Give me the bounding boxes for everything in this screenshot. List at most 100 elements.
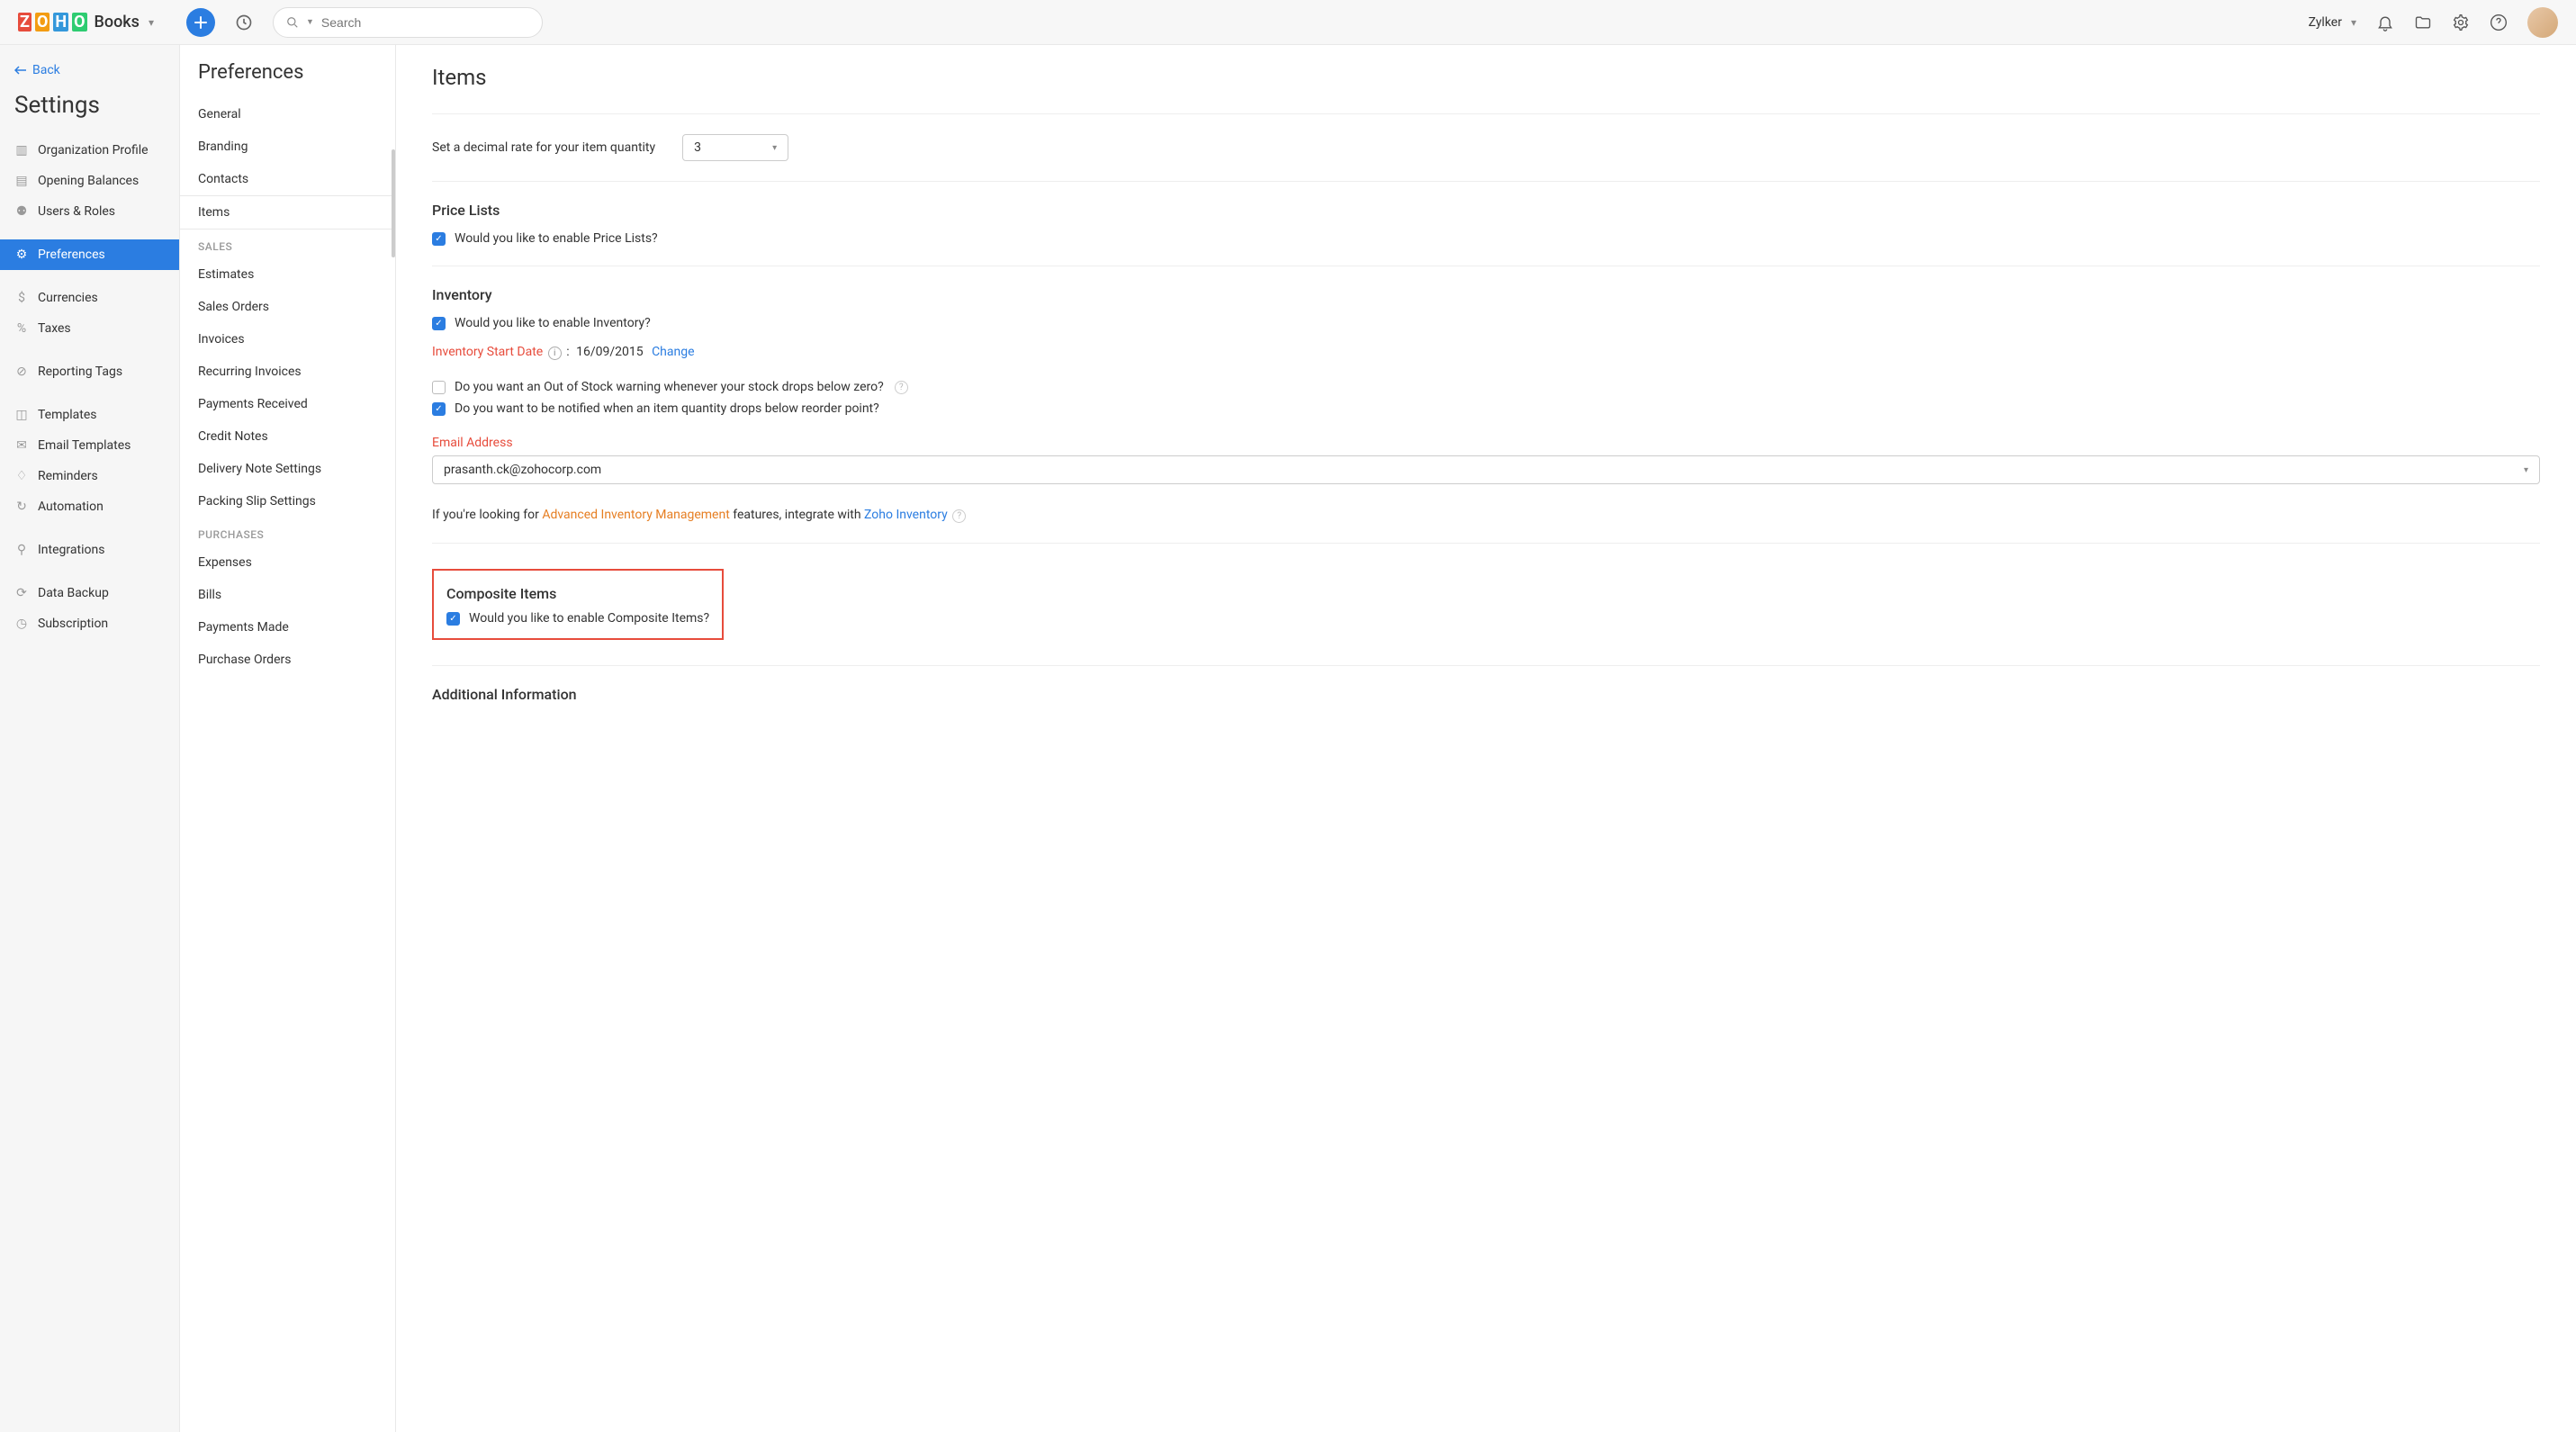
plug-icon: ⚲ <box>14 543 29 557</box>
out-of-stock-checkbox[interactable] <box>432 381 446 394</box>
sidebar-item-subscription[interactable]: ◷Subscription <box>0 608 179 639</box>
prefs-item-delivery-notes[interactable]: Delivery Note Settings <box>180 453 395 485</box>
brand-text: Books <box>95 13 140 32</box>
prefs-item-expenses[interactable]: Expenses <box>180 546 395 579</box>
pricelists-heading: Price Lists <box>432 202 2540 219</box>
info-icon[interactable]: i <box>548 347 562 360</box>
caret-down-icon: ▼ <box>306 17 314 27</box>
prefs-item-branding[interactable]: Branding <box>180 131 395 163</box>
search-icon <box>286 16 299 29</box>
prefs-item-purchase-orders[interactable]: Purchase Orders <box>180 644 395 676</box>
email-address-label: Email Address <box>432 436 2540 450</box>
info-icon[interactable]: ? <box>952 509 966 523</box>
chevron-down-icon: ▾ <box>772 143 777 153</box>
zoho-inventory-link[interactable]: Zoho Inventory <box>864 508 948 522</box>
sidebar-item-opening-balances[interactable]: ▤Opening Balances <box>0 166 179 196</box>
prefs-item-invoices[interactable]: Invoices <box>180 323 395 356</box>
advanced-inventory-link[interactable]: Advanced Inventory Management <box>542 508 729 522</box>
sidebar-item-templates[interactable]: ◫Templates <box>0 400 179 430</box>
tag-icon: ⊘ <box>14 365 29 379</box>
arrow-left-icon <box>14 66 27 75</box>
search-input[interactable] <box>321 15 529 30</box>
info-icon[interactable]: ? <box>895 381 908 394</box>
prefs-item-items[interactable]: Items <box>180 195 395 230</box>
inventory-start-date-value: 16/09/2015 <box>576 345 644 359</box>
enable-pricelists-checkbox[interactable]: ✓ <box>432 232 446 246</box>
prefs-item-packing-slip[interactable]: Packing Slip Settings <box>180 485 395 518</box>
enable-inventory-label: Would you like to enable Inventory? <box>455 316 651 330</box>
search-box[interactable]: ▼ <box>273 7 543 38</box>
sliders-icon: ⚙ <box>14 248 29 262</box>
prefs-section-sales: SALES <box>180 230 395 258</box>
sidebar-item-org-profile[interactable]: ▥Organization Profile <box>0 135 179 166</box>
back-link[interactable]: Back <box>0 58 179 83</box>
quick-add-button[interactable] <box>186 8 215 37</box>
prefs-item-payments-received[interactable]: Payments Received <box>180 388 395 420</box>
folder-icon[interactable] <box>2414 14 2432 32</box>
reorder-notify-label: Do you want to be notified when an item … <box>455 401 879 416</box>
out-of-stock-label: Do you want an Out of Stock warning when… <box>455 380 884 394</box>
currency-icon: $ <box>14 291 29 305</box>
avatar[interactable] <box>2527 7 2558 38</box>
gear-icon[interactable] <box>2452 14 2470 32</box>
prefs-section-purchases: PURCHASES <box>180 518 395 546</box>
sidebar-item-data-backup[interactable]: ⟳Data Backup <box>0 578 179 608</box>
email-address-select[interactable]: prasanth.ck@zohocorp.com ▾ <box>432 455 2540 484</box>
composite-items-callout: Composite Items ✓ Would you like to enab… <box>432 569 724 640</box>
sidebar-item-integrations[interactable]: ⚲Integrations <box>0 535 179 565</box>
help-icon[interactable] <box>2490 14 2508 32</box>
additional-info-heading: Additional Information <box>432 686 2540 703</box>
scrollbar-thumb[interactable] <box>392 149 395 257</box>
enable-inventory-checkbox[interactable]: ✓ <box>432 317 446 330</box>
enable-composite-items-label: Would you like to enable Composite Items… <box>469 611 709 626</box>
prefs-item-payments-made[interactable]: Payments Made <box>180 611 395 644</box>
preferences-sidebar: Preferences General Branding Contacts It… <box>180 45 396 1432</box>
composite-items-heading: Composite Items <box>446 585 709 602</box>
sidebar-item-reporting-tags[interactable]: ⊘Reporting Tags <box>0 356 179 387</box>
tax-icon: % <box>14 321 29 336</box>
prefs-item-bills[interactable]: Bills <box>180 579 395 611</box>
bell-icon: ♢ <box>14 469 29 483</box>
decimal-rate-select[interactable]: 3 ▾ <box>682 134 788 161</box>
automation-icon: ↻ <box>14 500 29 514</box>
sidebar-item-currencies[interactable]: $Currencies <box>0 283 179 313</box>
prefs-item-contacts[interactable]: Contacts <box>180 163 395 195</box>
chevron-down-icon: ▾ <box>149 16 154 29</box>
sidebar-item-taxes[interactable]: %Taxes <box>0 313 179 344</box>
back-label: Back <box>32 63 60 77</box>
change-start-date-link[interactable]: Change <box>652 345 694 359</box>
balance-icon: ▤ <box>14 174 29 188</box>
template-icon: ◫ <box>14 408 29 422</box>
page-title: Items <box>432 65 2540 90</box>
app-brand[interactable]: ZOHO Books ▾ <box>18 13 154 32</box>
org-name: Zylker <box>2309 15 2342 30</box>
settings-title: Settings <box>0 83 179 135</box>
main-content: Items Set a decimal rate for your item q… <box>396 45 2576 1432</box>
prefs-item-recurring-invoices[interactable]: Recurring Invoices <box>180 356 395 388</box>
recent-activity-button[interactable] <box>230 8 258 37</box>
enable-composite-items-checkbox[interactable]: ✓ <box>446 612 460 626</box>
chevron-down-icon: ▾ <box>2524 465 2528 475</box>
sidebar-item-email-templates[interactable]: ✉Email Templates <box>0 430 179 461</box>
mail-icon: ✉ <box>14 438 29 453</box>
decimal-rate-label: Set a decimal rate for your item quantit… <box>432 140 655 155</box>
prefs-item-estimates[interactable]: Estimates <box>180 258 395 291</box>
prefs-item-credit-notes[interactable]: Credit Notes <box>180 420 395 453</box>
organization-switcher[interactable]: Zylker ▾ <box>2309 15 2356 30</box>
sidebar-item-users-roles[interactable]: ⚉Users & Roles <box>0 196 179 227</box>
notifications-icon[interactable] <box>2376 14 2394 32</box>
sidebar-item-automation[interactable]: ↻Automation <box>0 491 179 522</box>
enable-pricelists-label: Would you like to enable Price Lists? <box>455 231 658 246</box>
backup-icon: ⟳ <box>14 586 29 600</box>
chevron-down-icon: ▾ <box>2351 16 2356 29</box>
sidebar-item-reminders[interactable]: ♢Reminders <box>0 461 179 491</box>
email-address-value: prasanth.ck@zohocorp.com <box>444 463 601 477</box>
inventory-start-date-label: Inventory Start Date <box>432 345 543 359</box>
prefs-item-sales-orders[interactable]: Sales Orders <box>180 291 395 323</box>
decimal-rate-value: 3 <box>694 140 701 155</box>
prefs-item-general[interactable]: General <box>180 98 395 131</box>
sidebar-item-preferences[interactable]: ⚙Preferences <box>0 239 179 270</box>
reorder-notify-checkbox[interactable]: ✓ <box>432 402 446 416</box>
settings-sidebar: Back Settings ▥Organization Profile ▤Ope… <box>0 45 180 1432</box>
users-icon: ⚉ <box>14 204 29 219</box>
